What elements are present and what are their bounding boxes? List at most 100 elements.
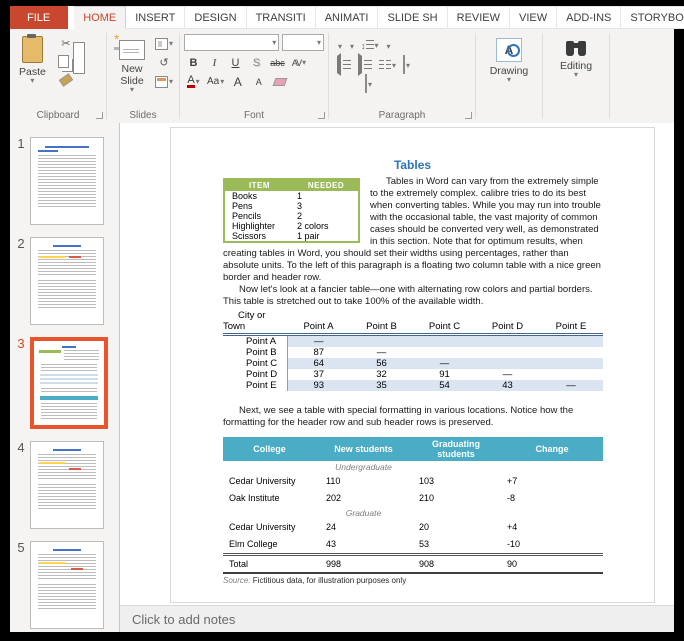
table-cell[interactable]: Elm College: [223, 536, 316, 555]
format-painter-button[interactable]: [57, 72, 75, 87]
bullets-button[interactable]: [337, 37, 342, 55]
tab-animations[interactable]: ANIMATI: [316, 6, 379, 29]
thumbnail-slide-5[interactable]: 5: [12, 541, 119, 629]
table-cell[interactable]: [476, 358, 539, 369]
table-cell[interactable]: 56: [350, 358, 413, 369]
align-text-button[interactable]: [403, 56, 410, 74]
increase-font-size-button[interactable]: A: [228, 74, 247, 89]
table-cell[interactable]: 64: [287, 358, 350, 369]
increase-indent-button[interactable]: [358, 56, 372, 74]
decrease-indent-button[interactable]: [337, 56, 351, 74]
table-cell[interactable]: Point E: [223, 380, 287, 391]
table-cell[interactable]: Oak Institute: [223, 490, 316, 507]
table-cell[interactable]: —: [287, 335, 350, 348]
slide-thumbnail[interactable]: [30, 541, 104, 629]
table-cell[interactable]: 32: [350, 369, 413, 380]
table-cell[interactable]: 3: [294, 201, 359, 211]
thumbnail-slide-2[interactable]: 2: [12, 237, 119, 325]
underline-button[interactable]: U: [226, 55, 245, 70]
decrease-font-size-button[interactable]: A: [249, 74, 268, 89]
table-cell[interactable]: —: [413, 358, 476, 369]
tab-review[interactable]: REVIEW: [448, 6, 510, 29]
slide-thumbnail[interactable]: [30, 137, 104, 225]
table-cell[interactable]: —: [350, 347, 413, 358]
tab-design[interactable]: DESIGN: [185, 6, 246, 29]
table-cell[interactable]: 43: [316, 536, 411, 555]
drawing-button[interactable]: A Drawing: [480, 36, 538, 85]
table-cell[interactable]: -10: [501, 536, 603, 555]
table-cell[interactable]: Point C: [223, 358, 287, 369]
table-cell[interactable]: 43: [476, 380, 539, 391]
table-cell[interactable]: [539, 335, 603, 348]
font-dialog-launcher[interactable]: [318, 112, 325, 119]
bold-button[interactable]: B: [184, 55, 203, 70]
paragraph-dialog-launcher[interactable]: [465, 112, 472, 119]
table-cell[interactable]: [539, 358, 603, 369]
table-cell[interactable]: [539, 347, 603, 358]
table-cell[interactable]: 2 colors: [294, 221, 359, 231]
paragraph-fancier-table[interactable]: Now let's look at a fancier table—one wi…: [223, 284, 603, 308]
table-cell[interactable]: Highlighter: [224, 221, 294, 231]
notes-pane[interactable]: Click to add notes: [120, 605, 674, 632]
tab-addins[interactable]: ADD-INS: [557, 6, 621, 29]
table-cell[interactable]: [413, 347, 476, 358]
table-cell[interactable]: -8: [501, 490, 603, 507]
table-cell[interactable]: 91: [413, 369, 476, 380]
table-cell[interactable]: 37: [287, 369, 350, 380]
font-name-combobox[interactable]: [184, 34, 279, 51]
tab-transitions[interactable]: TRANSITI: [247, 6, 316, 29]
slide-thumbnail[interactable]: [30, 237, 104, 325]
table-cell[interactable]: 1 pair: [294, 231, 359, 242]
table-cell[interactable]: 87: [287, 347, 350, 358]
section-button[interactable]: [155, 74, 173, 89]
table-cell[interactable]: 998: [316, 555, 411, 574]
tab-file[interactable]: FILE: [10, 6, 68, 29]
table-cell[interactable]: Pens: [224, 201, 294, 211]
table-cell[interactable]: —: [539, 380, 603, 391]
table-cell[interactable]: 202: [316, 490, 411, 507]
text-direction-button[interactable]: [386, 37, 391, 55]
table-cell[interactable]: 93: [287, 380, 350, 391]
slide-thumbnail[interactable]: [30, 337, 108, 429]
tab-view[interactable]: VIEW: [510, 6, 557, 29]
strikethrough-button[interactable]: abc: [268, 55, 287, 70]
new-slide-button[interactable]: * New Slide: [111, 34, 153, 95]
table-cell[interactable]: Point B: [223, 347, 287, 358]
table-cell[interactable]: [350, 335, 413, 348]
line-spacing-button[interactable]: ↕: [361, 40, 379, 51]
table-cell[interactable]: +7: [501, 473, 603, 490]
table-cell[interactable]: 90: [501, 555, 603, 574]
table-cell[interactable]: 24: [316, 519, 411, 536]
notes-placeholder[interactable]: Click to add notes: [132, 612, 235, 627]
columns-button[interactable]: [379, 56, 396, 74]
tab-slideshow[interactable]: SLIDE SH: [378, 6, 447, 29]
distance-table[interactable]: City or Town Point A Point B Point C Poi…: [223, 310, 603, 391]
numbering-button[interactable]: [349, 37, 354, 55]
font-color-button[interactable]: A: [184, 74, 203, 89]
table-cell[interactable]: 54: [413, 380, 476, 391]
thumbnail-slide-1[interactable]: 1: [12, 137, 119, 225]
smartart-button[interactable]: [365, 75, 372, 93]
slide-layout-button[interactable]: [155, 36, 173, 51]
table-cell[interactable]: Cedar University: [223, 519, 316, 536]
italic-button[interactable]: I: [205, 55, 224, 70]
table-cell[interactable]: 103: [411, 473, 501, 490]
table-cell[interactable]: Cedar University: [223, 473, 316, 490]
table-cell[interactable]: 1: [294, 191, 359, 201]
tab-home[interactable]: HOME: [74, 6, 126, 29]
table-cell[interactable]: 908: [411, 555, 501, 574]
slide-thumbnail[interactable]: [30, 441, 104, 529]
supplies-table[interactable]: ITEM NEEDED Books1 Pens3 Pencils2 Highli…: [223, 178, 360, 243]
change-case-button[interactable]: Aa: [205, 74, 226, 89]
table-cell[interactable]: [476, 347, 539, 358]
table-cell[interactable]: [539, 369, 603, 380]
table-cell[interactable]: Pencils: [224, 211, 294, 221]
table-cell[interactable]: Point A: [223, 335, 287, 348]
slide-canvas[interactable]: Tables ITEM NEEDED Books1 Pens3 Pencils2: [170, 127, 655, 603]
paste-button[interactable]: Paste: [14, 34, 51, 87]
reset-slide-button[interactable]: ↺: [155, 55, 173, 70]
table-cell[interactable]: Scissors: [224, 231, 294, 242]
table-cell[interactable]: 20: [411, 519, 501, 536]
table-cell[interactable]: 210: [411, 490, 501, 507]
font-size-combobox[interactable]: [282, 34, 324, 51]
